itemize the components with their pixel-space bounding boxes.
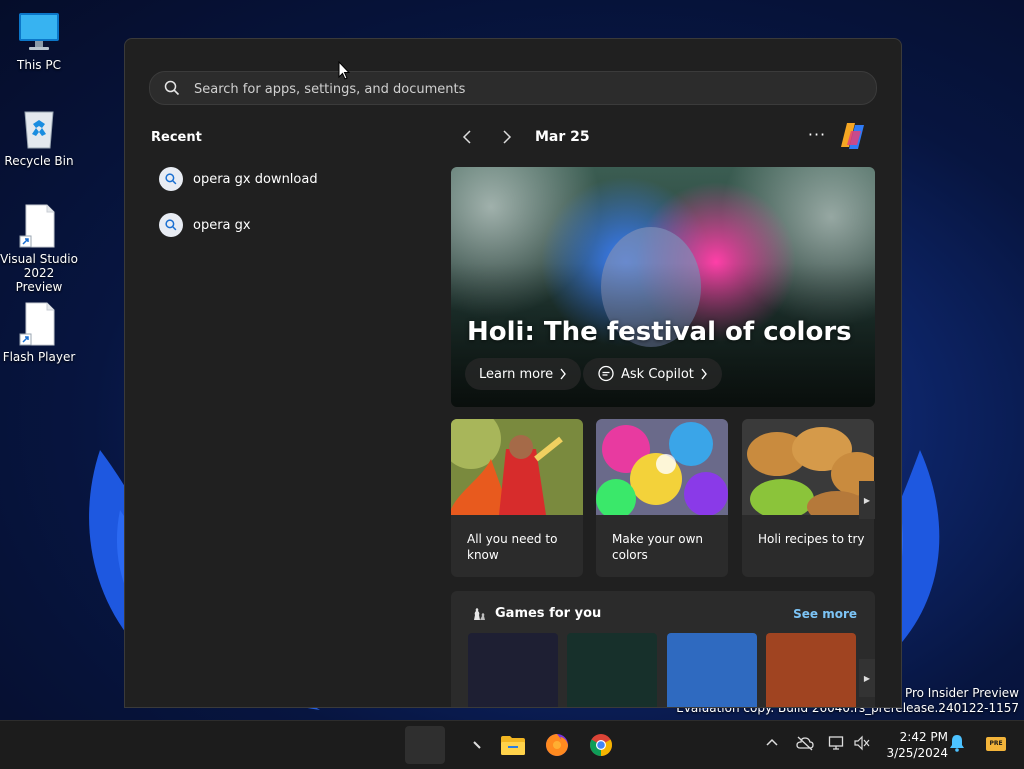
recent-item-label: opera gx download [193,171,318,187]
search-icon [159,213,183,237]
chevron-right-icon [701,368,707,380]
card-title: All you need to know [467,532,558,562]
desktop-icon-recycle-bin[interactable]: Recycle Bin [0,106,78,168]
chevron-right-icon [503,130,512,144]
volume-muted-icon[interactable] [854,735,870,755]
search-panel: Recent opera gx download opera gx Mar 25… [124,38,902,708]
card-title: Holi recipes to try [758,532,865,546]
desktop-icon-label: Flash Player [2,350,76,364]
game-tile[interactable] [468,633,558,707]
ask-copilot-label: Ask Copilot [621,366,694,382]
learn-more-button[interactable]: Learn more [465,358,582,390]
network-icon[interactable] [828,735,844,755]
game-pieces-icon [471,605,487,625]
preview-badge: PRE [986,737,1006,751]
chevron-left-icon [462,130,471,144]
desktop-icon-label: This PC [17,58,61,72]
search-box[interactable] [149,71,877,106]
desktop-icon-this-pc[interactable]: This PC [0,10,78,72]
game-tile[interactable] [667,633,757,707]
recent-item-label: opera gx [193,217,251,233]
card-image [451,419,583,515]
copilot-icon [841,123,864,149]
chevron-right-icon [560,368,567,380]
folder-icon [501,736,525,755]
chrome-icon [590,734,612,756]
desktop-icon-visual-studio[interactable]: Visual Studio 2022 Preview [0,204,78,294]
recent-item[interactable]: opera gx [159,210,409,240]
play-icon: ▶ [863,673,871,683]
see-more-link[interactable]: See more [793,607,857,621]
chrome-button[interactable] [582,727,620,763]
recycle-bin-icon [17,106,61,150]
more-options-button[interactable]: ··· [805,125,829,149]
card-image [742,419,874,523]
chat-bubble-icon [598,365,614,382]
copilot-button[interactable] [837,121,869,155]
highlights-date: Mar 25 [535,129,590,145]
file-shortcut-icon [17,204,61,248]
clock-date: 3/25/2024 [886,746,948,760]
previous-button[interactable] [455,125,479,149]
taskbar: 2:42 PM 3/25/2024 PRE [0,720,1024,769]
recent-heading: Recent [151,130,202,145]
card-image [596,419,728,519]
game-tile[interactable] [766,633,856,707]
firefox-button[interactable] [538,727,576,763]
game-tile[interactable] [567,633,657,707]
recent-item[interactable]: opera gx download [159,164,409,194]
notification-bell-icon[interactable] [949,734,965,756]
search-icon [164,80,180,100]
games-title: Games for you [495,606,602,621]
highlight-card[interactable]: All you need to know [451,419,583,577]
next-button[interactable] [495,125,519,149]
small-cursor-icon [473,741,481,749]
ask-copilot-button[interactable]: Ask Copilot [583,358,722,390]
clock-time: 2:42 PM [899,730,948,744]
onedrive-offline-icon[interactable] [796,735,814,755]
card-title: Make your own colors [612,532,703,562]
file-shortcut-icon [17,302,61,346]
mouse-cursor-icon [338,61,350,80]
chevron-up-icon[interactable] [765,735,779,754]
search-taskbar-button[interactable] [458,727,496,763]
hero-title: Holi: The festival of colors [467,317,852,347]
highlight-card[interactable]: Holi recipes to try [742,419,874,577]
games-scroll-right-button[interactable]: ▶ [859,659,875,697]
cards-scroll-right-button[interactable]: ▶ [859,481,875,519]
firefox-icon [546,734,568,756]
monitor-icon [17,10,61,54]
file-explorer-button[interactable] [494,727,532,763]
desktop-icon-label: Recycle Bin [4,154,74,168]
search-icon [159,167,183,191]
clock[interactable]: 2:42 PM 3/25/2024 [872,729,948,761]
highlight-card[interactable]: Make your own colors [596,419,728,577]
desktop-icon-flash-player[interactable]: Flash Player [0,302,78,364]
hero-card[interactable]: Holi: The festival of colors Learn more … [451,167,875,407]
search-input[interactable] [192,72,856,106]
desktop-icon-label: Visual Studio 2022 Preview [0,252,78,294]
play-icon: ▶ [863,495,871,505]
start-button[interactable] [405,726,445,764]
games-section: Games for you See more ▶ [451,591,875,707]
learn-more-label: Learn more [479,366,554,382]
